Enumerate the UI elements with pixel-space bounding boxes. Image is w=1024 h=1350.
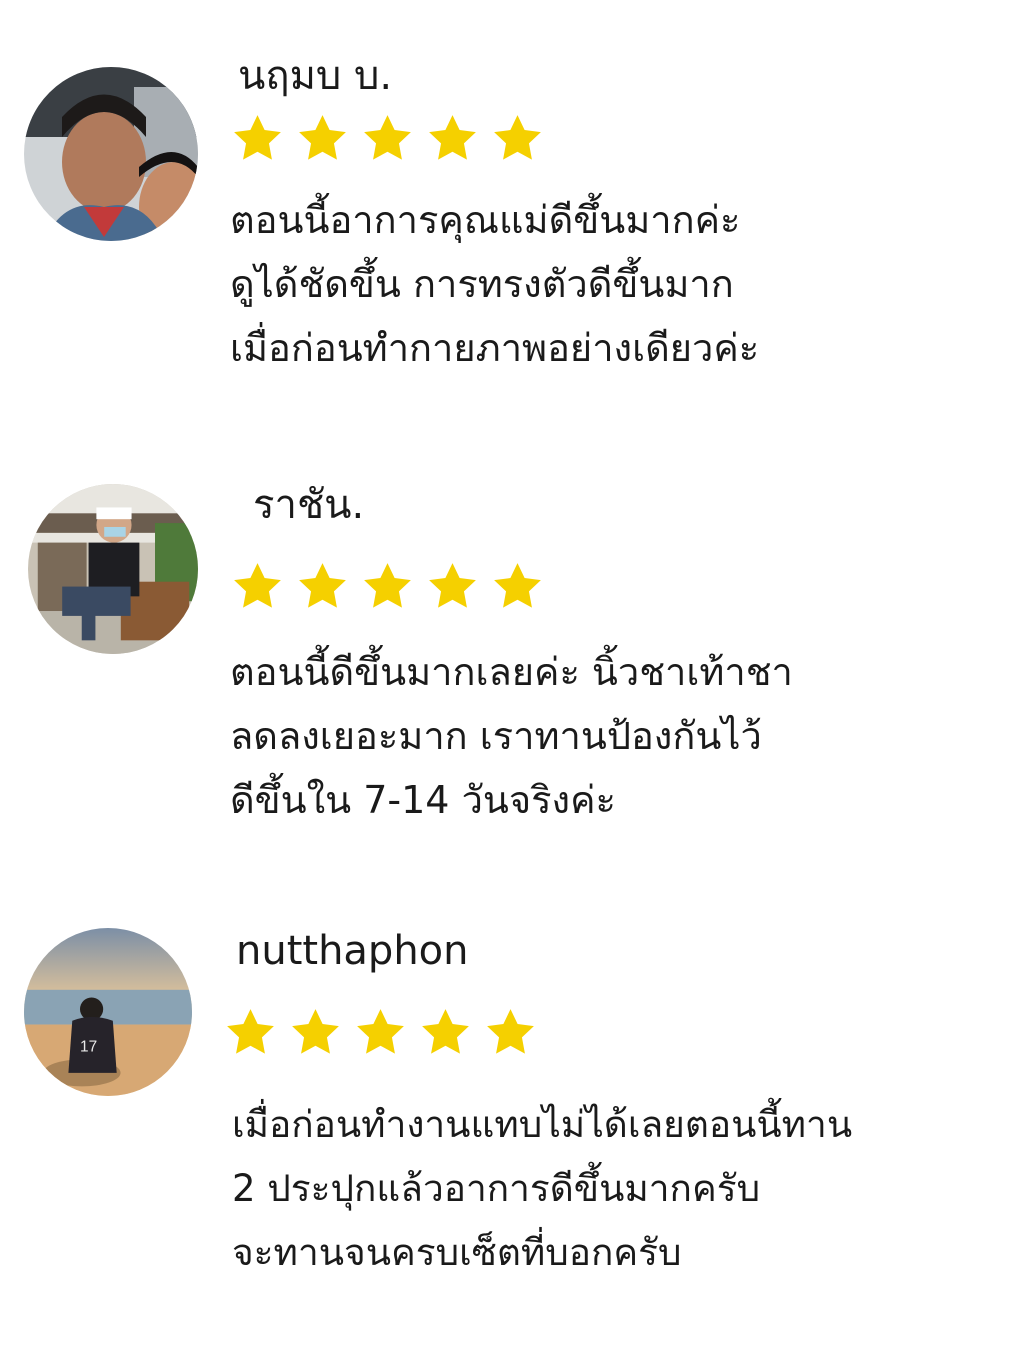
review-text: ตอนนี้ดีขึ้นมากเลยค่ะ นิ้วชาเท้าชา ลดลงเ… xyxy=(230,640,793,832)
star-icon xyxy=(223,1005,278,1060)
review-text-line: ดีขึ้นใน 7-14 วันจริงค่ะ xyxy=(230,778,616,822)
star-icon xyxy=(425,111,480,166)
avatar: 17 xyxy=(24,928,192,1096)
reviews-page: นฤมบ บ. ตอนนี้อาการคุณแม่ดีขึ้นมากค่ะ ดู… xyxy=(0,0,1024,1350)
star-icon xyxy=(295,559,350,614)
star-icon xyxy=(418,1005,473,1060)
star-rating xyxy=(230,111,545,166)
review-text-line: เมื่อก่อนทำกายภาพอย่างเดียวค่ะ xyxy=(230,326,760,370)
review-text: เมื่อก่อนทำงานแทบไม่ได้เลยตอนนี้ทาน 2 ปร… xyxy=(232,1093,852,1285)
star-icon xyxy=(490,559,545,614)
user-photo-icon xyxy=(28,484,198,654)
avatar xyxy=(28,484,198,654)
review-text-line: ลดลงเยอะมาก เราทานป้องกันไว้ xyxy=(230,714,762,758)
star-icon xyxy=(360,559,415,614)
star-icon xyxy=(353,1005,408,1060)
reviewer-name: นฤมบ บ. xyxy=(238,53,393,99)
star-rating xyxy=(223,1005,538,1060)
review-text-line: ดูได้ชัดขึ้น การทรงตัวดีขึ้นมาก xyxy=(230,262,734,306)
avatar xyxy=(24,67,198,241)
star-icon xyxy=(425,559,480,614)
review-text-line: ตอนนี้ดีขึ้นมากเลยค่ะ นิ้วชาเท้าชา xyxy=(230,650,793,694)
star-icon xyxy=(288,1005,343,1060)
star-icon xyxy=(295,111,350,166)
star-icon xyxy=(490,111,545,166)
review-text-line: ตอนนี้อาการคุณแม่ดีขึ้นมากค่ะ xyxy=(230,198,741,242)
star-icon xyxy=(483,1005,538,1060)
review-text-line: เมื่อก่อนทำงานแทบไม่ได้เลยตอนนี้ทาน xyxy=(232,1103,853,1146)
review-text: ตอนนี้อาการคุณแม่ดีขึ้นมากค่ะ ดูได้ชัดขึ… xyxy=(230,188,759,380)
review-text-line: จะทานจนครบเซ็ตที่บอกครับ xyxy=(232,1231,682,1274)
star-icon xyxy=(230,559,285,614)
review-text-line: 2 ประปุกแล้วอาการดีขึ้นมากครับ xyxy=(232,1167,761,1210)
reviewer-name: ราชัน. xyxy=(253,482,365,528)
user-photo-icon xyxy=(24,67,198,241)
reviewer-name: nutthaphon xyxy=(236,928,469,974)
star-icon xyxy=(360,111,415,166)
user-photo-icon: 17 xyxy=(24,928,192,1096)
svg-text:17: 17 xyxy=(80,1039,97,1056)
star-rating xyxy=(230,559,545,614)
star-icon xyxy=(230,111,285,166)
